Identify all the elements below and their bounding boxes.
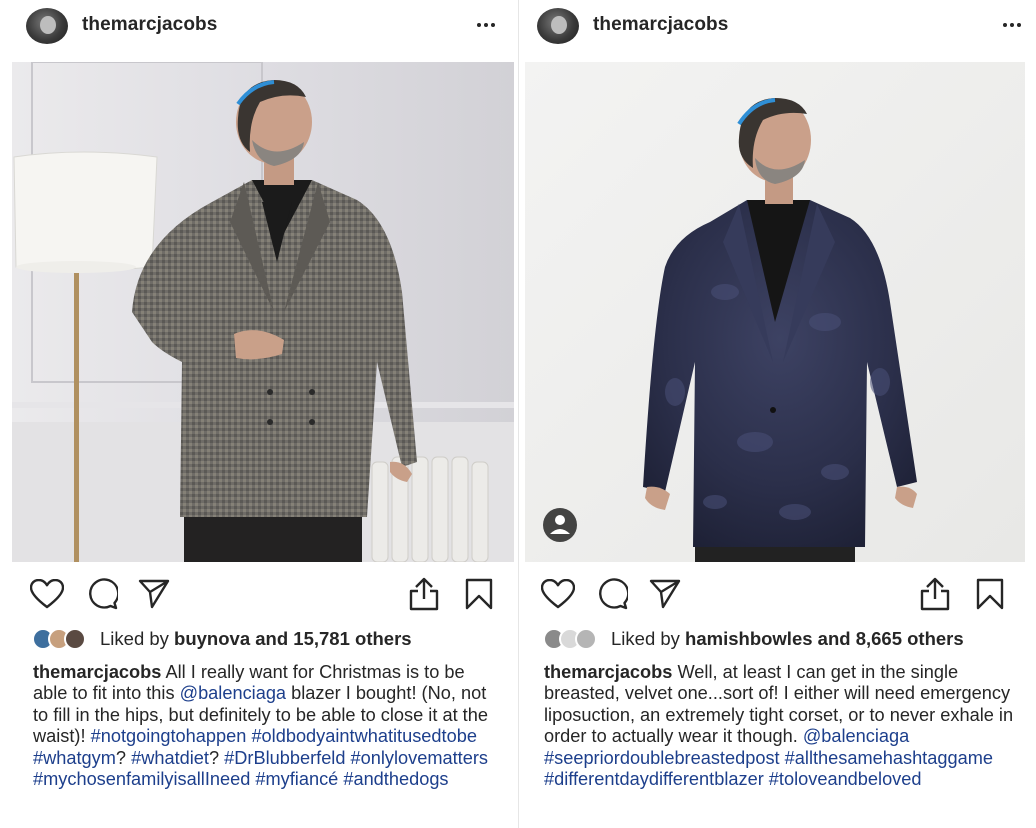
likes-summary[interactable]: Liked by hamishbowles and 8,665 others [543, 626, 964, 652]
likes-text: Liked by hamishbowles and 8,665 others [611, 628, 964, 650]
liked-by-label: Liked by [611, 628, 680, 649]
liker-avatars [32, 627, 94, 651]
caption-hashtag[interactable]: #notgoingtohappen [91, 726, 247, 746]
liker-avatar [575, 628, 597, 650]
liked-by-user[interactable]: hamishbowles [685, 628, 812, 649]
caption-mention[interactable]: @balenciaga [803, 726, 909, 746]
heart-icon[interactable] [538, 574, 578, 614]
post-photo[interactable] [525, 62, 1025, 562]
upload-icon[interactable] [915, 574, 955, 614]
caption-hashtag[interactable]: #mychosenfamilyisallIneed #myfiancé #and… [33, 769, 449, 789]
post-card-right: themarcjacobs Liked by hamishbowles and … [518, 0, 1036, 828]
paper-plane-icon[interactable] [134, 574, 174, 614]
man-in-plaid-blazer-photo [12, 62, 514, 562]
post-username[interactable]: themarcjacobs [82, 14, 217, 36]
man-in-velvet-blazer-photo [525, 62, 1025, 562]
profile-avatar[interactable] [26, 8, 68, 44]
liked-by-count[interactable]: and 8,665 others [818, 628, 964, 649]
caption-hashtag[interactable]: #seepriordoublebreastedpost [544, 748, 780, 768]
liked-by-user[interactable]: buynova [174, 628, 250, 649]
likes-text: Liked by buynova and 15,781 others [100, 628, 412, 650]
caption-text: ? [208, 747, 220, 768]
paper-plane-icon[interactable] [645, 574, 685, 614]
bookmark-icon[interactable] [970, 574, 1010, 614]
more-dots-icon[interactable] [996, 12, 1028, 38]
more-dots-icon[interactable] [470, 12, 502, 38]
caption-text: ? [115, 747, 127, 768]
tagged-user-icon[interactable] [543, 508, 577, 542]
post-caption: themarcjacobs Well, at least I can get i… [544, 662, 1014, 790]
post-header: themarcjacobs [0, 0, 518, 56]
comment-bubble-icon[interactable] [592, 574, 632, 614]
profile-avatar[interactable] [537, 8, 579, 44]
caption-hashtag[interactable]: #allthesamehashtaggame [785, 748, 993, 768]
comment-bubble-icon[interactable] [82, 574, 122, 614]
post-header: themarcjacobs [519, 0, 1036, 56]
caption-mention[interactable]: @balenciaga [180, 683, 286, 703]
caption-hashtag[interactable]: #differentdaydifferentblazer #toloveandb… [544, 769, 922, 789]
upload-icon[interactable] [404, 574, 444, 614]
heart-icon[interactable] [27, 574, 67, 614]
action-bar [519, 574, 1036, 616]
liked-by-label: Liked by [100, 628, 169, 649]
post-photo[interactable] [12, 62, 514, 562]
post-username[interactable]: themarcjacobs [593, 14, 728, 36]
caption-username[interactable]: themarcjacobs [33, 662, 161, 682]
caption-username[interactable]: themarcjacobs [544, 662, 672, 682]
likes-summary[interactable]: Liked by buynova and 15,781 others [32, 626, 412, 652]
action-bar [0, 574, 518, 616]
liked-by-count[interactable]: and 15,781 others [255, 628, 411, 649]
caption-hashtag[interactable]: #whatdiet [131, 748, 209, 768]
liker-avatars [543, 627, 605, 651]
post-card-left: themarcjacobs Liked by buynova and 15,78… [0, 0, 518, 828]
liker-avatar [64, 628, 86, 650]
post-caption: themarcjacobs All I really want for Chri… [33, 662, 503, 790]
bookmark-icon[interactable] [459, 574, 499, 614]
caption-hashtag[interactable]: #DrBlubberfeld #onlylovematters [224, 748, 488, 768]
